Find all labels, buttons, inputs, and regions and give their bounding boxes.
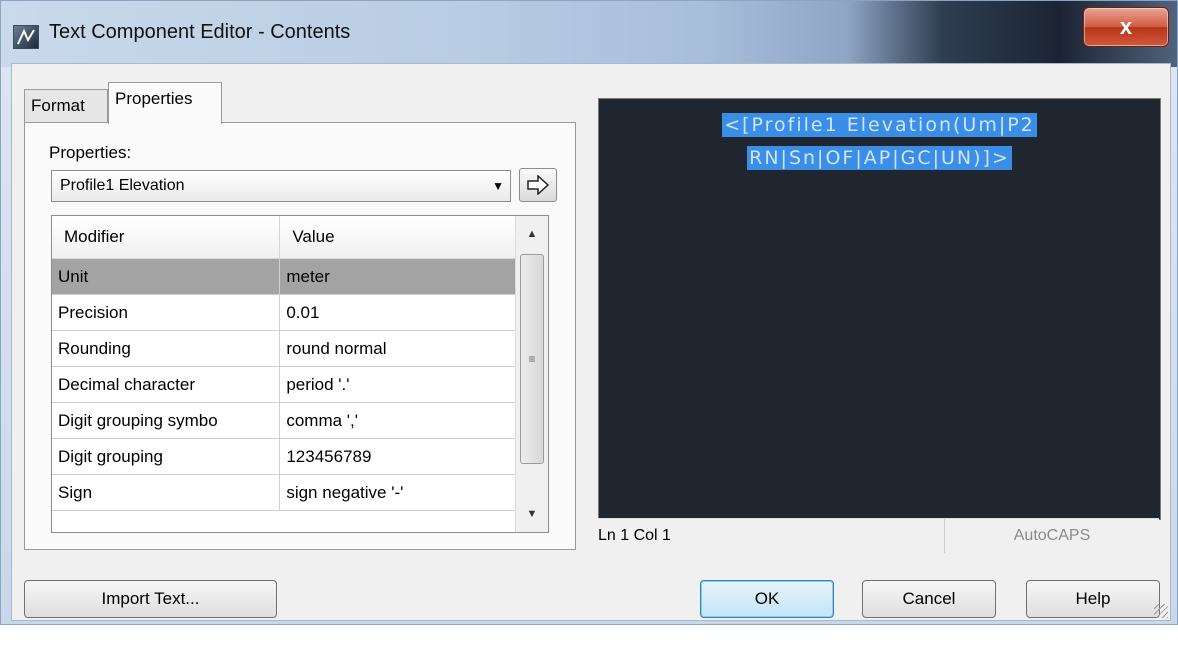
modifier-table: Modifier Value Unit meter Precision 0.01 <box>51 215 549 533</box>
preview-text[interactable]: <[Profile1 Elevation(Um|P2 RN|Sn|OF|AP|G… <box>599 109 1160 175</box>
app-icon <box>13 25 39 49</box>
insert-property-button[interactable] <box>519 168 557 202</box>
table-scrollbar[interactable]: ▲ ≡ ▼ <box>515 216 548 532</box>
preview-line-2: RN|Sn|OF|AP|GC|UN)]> <box>747 146 1012 170</box>
modifier-cell: Unit <box>52 258 281 295</box>
chevron-down-icon: ▼ <box>492 179 504 193</box>
help-button[interactable]: Help <box>1026 580 1160 618</box>
column-header-modifier: Modifier <box>52 216 281 259</box>
value-cell[interactable]: round normal <box>279 330 517 367</box>
value-cell[interactable]: 0.01 <box>279 294 517 331</box>
window-title: Text Component Editor - Contents <box>49 21 351 43</box>
modifier-cell: Rounding <box>52 330 281 367</box>
tab-properties-label: Properties <box>115 89 193 108</box>
modifier-cell: Decimal character <box>52 366 281 403</box>
import-text-button[interactable]: Import Text... <box>24 580 277 618</box>
table-row[interactable]: Rounding round normal <box>52 330 517 367</box>
text-preview-area[interactable]: <[Profile1 Elevation(Um|P2 RN|Sn|OF|AP|G… <box>598 98 1161 520</box>
tab-format[interactable]: Format <box>24 89 108 123</box>
dialog-window: Text Component Editor - Contents x Forma… <box>0 0 1178 625</box>
table-row[interactable]: Sign sign negative '-' <box>52 474 517 511</box>
value-cell[interactable]: 123456789 <box>279 438 517 475</box>
value-cell[interactable]: period '.' <box>279 366 517 403</box>
modifier-cell: Digit grouping symbo <box>52 402 281 439</box>
resize-grip[interactable] <box>1154 604 1168 618</box>
modifier-cell: Precision <box>52 294 281 331</box>
status-bar: Ln 1 Col 1 AutoCAPS <box>598 518 1159 553</box>
column-header-value: Value <box>279 216 517 259</box>
cursor-position: Ln 1 Col 1 <box>598 527 671 544</box>
table-row[interactable]: Unit meter <box>52 258 517 295</box>
modifier-cell: Digit grouping <box>52 438 281 475</box>
properties-label: Properties: <box>49 143 132 162</box>
preview-line-1: <[Profile1 Elevation(Um|P2 <box>722 113 1037 137</box>
tab-format-label: Format <box>31 96 85 115</box>
value-cell[interactable]: sign negative '-' <box>279 474 517 511</box>
table-row[interactable]: Decimal character period '.' <box>52 366 517 403</box>
modifier-cell: Sign <box>52 474 281 511</box>
scrollbar-thumb[interactable]: ≡ <box>520 254 544 464</box>
dialog-client-area: Format Properties Properties: Profile1 E… <box>11 63 1171 621</box>
arrow-right-icon <box>527 175 550 195</box>
properties-panel: Properties: Profile1 Elevation ▼ Modifie… <box>24 122 576 550</box>
properties-dropdown-value: Profile1 Elevation <box>60 177 185 194</box>
value-cell[interactable]: comma ',' <box>279 402 517 439</box>
table-row[interactable]: Precision 0.01 <box>52 294 517 331</box>
close-icon: x <box>1119 14 1133 39</box>
table-row[interactable]: Digit grouping symbo comma ',' <box>52 402 517 439</box>
table-row[interactable]: Digit grouping 123456789 <box>52 438 517 475</box>
properties-dropdown[interactable]: Profile1 Elevation ▼ <box>51 170 511 202</box>
close-button[interactable]: x <box>1083 7 1169 47</box>
value-cell[interactable]: meter <box>279 258 517 295</box>
scroll-down-icon[interactable]: ▼ <box>516 496 548 532</box>
tab-properties[interactable]: Properties <box>108 82 222 124</box>
cancel-button[interactable]: Cancel <box>862 580 996 618</box>
ok-button[interactable]: OK <box>700 580 834 618</box>
table-header-row: Modifier Value <box>52 216 517 259</box>
title-bar: Text Component Editor - Contents x <box>1 1 1177 67</box>
autocaps-indicator: AutoCAPS <box>944 519 1159 553</box>
scroll-up-icon[interactable]: ▲ <box>516 216 548 252</box>
